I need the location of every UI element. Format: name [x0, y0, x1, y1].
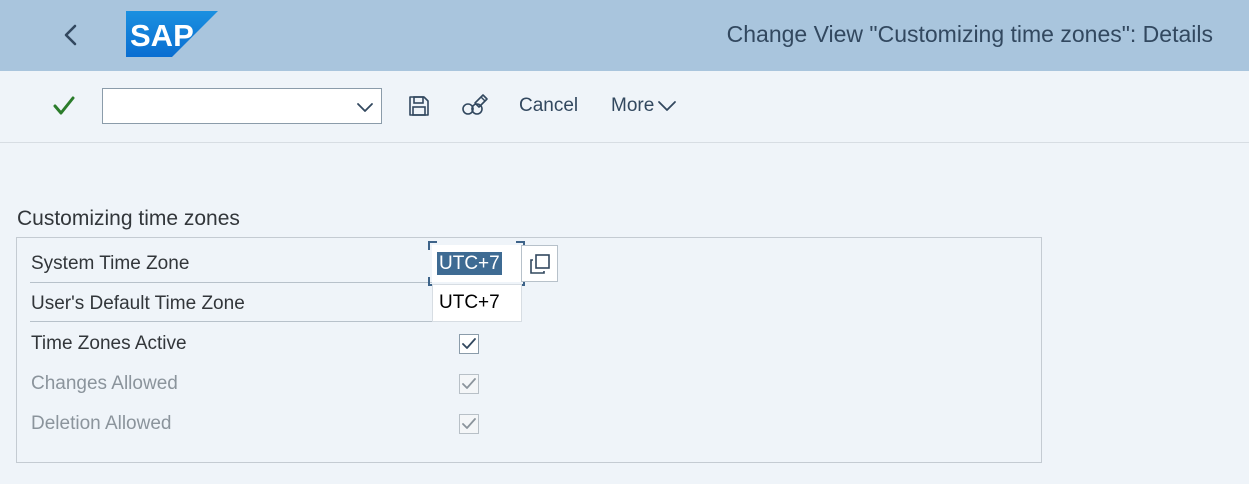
- system-time-zone-value: UTC+7: [437, 252, 502, 275]
- changes-allowed-checkbox: [459, 374, 479, 394]
- label-underline: [30, 321, 432, 322]
- deletion-allowed-checkbox: [459, 414, 479, 434]
- chevron-down-icon[interactable]: [355, 97, 375, 117]
- checkmark-icon: [462, 418, 476, 429]
- sap-logo[interactable]: SAP: [126, 11, 218, 57]
- checkmark-icon: [462, 378, 476, 389]
- label-underline: [30, 282, 432, 283]
- toolbar: Cancel More: [0, 71, 1249, 143]
- deletion-allowed-label: Deletion Allowed: [31, 413, 172, 434]
- enter-button[interactable]: [46, 89, 82, 123]
- more-button[interactable]: More: [611, 95, 677, 117]
- command-input[interactable]: [103, 89, 347, 123]
- cancel-button[interactable]: Cancel: [519, 95, 578, 117]
- save-icon: [409, 96, 429, 116]
- users-default-time-zone-value: UTC+7: [432, 284, 522, 322]
- command-field[interactable]: [102, 88, 382, 124]
- logo-text: SAP: [130, 18, 194, 53]
- glasses-pencil-icon: [462, 94, 488, 115]
- system-time-zone-input[interactable]: UTC+7: [428, 241, 525, 286]
- checkmark-icon: [53, 96, 75, 115]
- chevron-down-icon: [658, 101, 677, 111]
- time-zones-active-checkbox[interactable]: [459, 334, 479, 354]
- changes-allowed-label: Changes Allowed: [31, 373, 178, 394]
- chevron-left-icon: [64, 24, 77, 46]
- display-change-button[interactable]: [460, 91, 490, 121]
- section-title: Customizing time zones: [17, 207, 240, 230]
- users-default-time-zone-label: User's Default Time Zone: [31, 293, 245, 314]
- shell-bar: SAP Change View "Customizing time zones"…: [0, 0, 1249, 71]
- value-help-button[interactable]: [521, 245, 558, 282]
- checkmark-icon: [462, 338, 476, 349]
- save-button[interactable]: [404, 91, 434, 121]
- time-zones-active-label: Time Zones Active: [31, 333, 187, 354]
- page-title: Change View "Customizing time zones": De…: [726, 21, 1213, 47]
- system-time-zone-label: System Time Zone: [31, 253, 190, 274]
- more-label: More: [611, 95, 655, 116]
- back-button[interactable]: [52, 17, 90, 53]
- copy-icon: [529, 253, 550, 274]
